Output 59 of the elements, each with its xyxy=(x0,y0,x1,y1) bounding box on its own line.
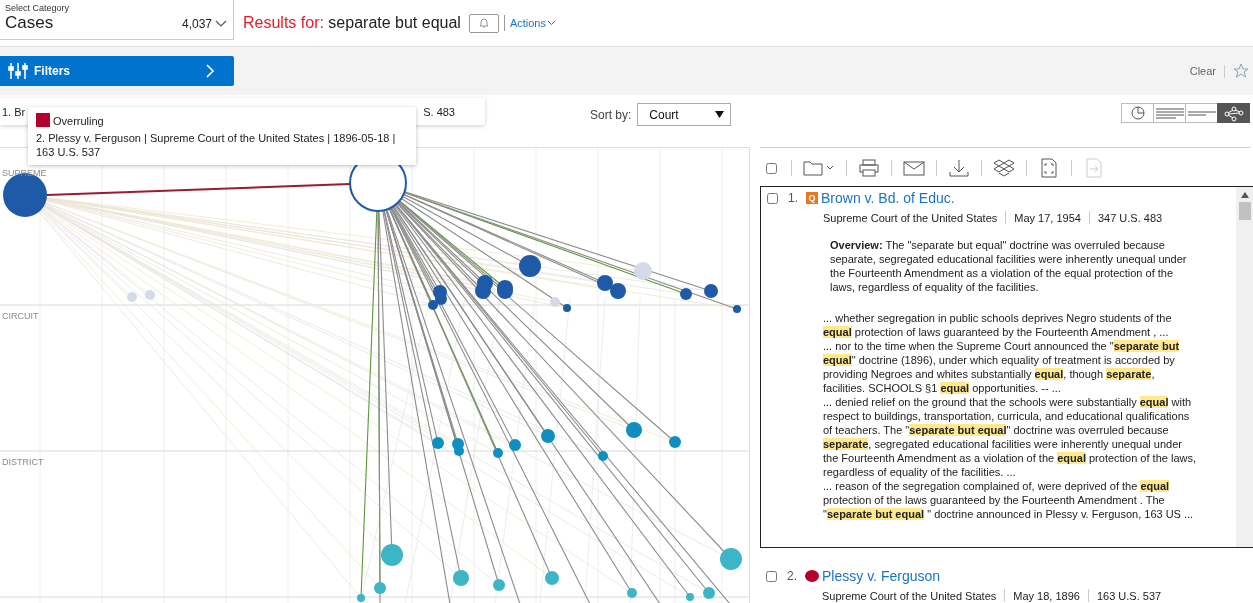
result-number: 1. xyxy=(788,191,798,205)
case-title-link[interactable]: Brown v. Bd. of Educ. xyxy=(821,190,955,206)
case-citation: 347 U.S. 483 xyxy=(1097,211,1163,224)
category-value: Cases xyxy=(5,13,55,33)
search-snippet: ... denied relief on the ground that the schools were substantially equal with respect to buildings, transportation, curricula, and educational qualifications of teachers. The "separate but equal" doctrine was overruled because separate, segregated educational facilities were inherently unequal under the Fourteenth Amendment as a violation of the equal protection of the laws, regardless of equality of the facilities. ... xyxy=(823,395,1196,479)
view-toggle[interactable] xyxy=(1121,103,1154,123)
sort-select[interactable]: Court xyxy=(637,103,732,126)
overview-text: Overview: The "separate but equal" doctrine was overruled because separate, segregated educational facilities were inherently unequal under the Fourteenth Amendment as a violation of the equal protection of the laws, regardless of equality of the facilities. xyxy=(830,238,1188,294)
treatment-signal-icon: Q xyxy=(806,192,818,204)
court-level-label: SUPREME xyxy=(2,168,47,178)
case-title-link[interactable]: Plessy v. Ferguson xyxy=(822,568,941,584)
decision-date: May 18, 1896 xyxy=(1013,589,1080,602)
category-label: Select Category xyxy=(5,3,71,13)
sort-label: Sort by: xyxy=(590,107,632,122)
search-snippet: ... nor to the time when the Supreme Court announced the "separate but equal" doctrine (1896), under which equality of treatment is accorded by providing Negroes and whites substantially equal, though separate, facilities. SCHOOLS §1 equal opportunities. -- ... xyxy=(823,339,1181,395)
network-icon xyxy=(1221,104,1246,122)
pie-chart-icon xyxy=(1128,104,1147,122)
star-icon[interactable] xyxy=(1233,63,1249,79)
scrollbar[interactable] xyxy=(1236,187,1253,547)
tooltip-label: Overruling xyxy=(53,115,104,127)
court-level-label: DISTRICT xyxy=(2,457,44,467)
case-citation: S. 483 xyxy=(423,105,455,118)
search-snippet: ... reason of the segregation complained of, were deprived of the equal protection of the laws guaranteed by the Fourteenth Amendment . The "separate but equal " doctrine announced in Plessy v. Ferguson, 163 US ... xyxy=(823,479,1195,521)
court-name: Supreme Court of the United States xyxy=(822,589,997,602)
select-all-checkbox[interactable] xyxy=(766,162,777,174)
chevron-down-icon xyxy=(215,20,227,28)
clear-link[interactable]: Clear xyxy=(1189,65,1216,77)
sliders-icon xyxy=(8,62,28,80)
view-toggle[interactable] xyxy=(1185,103,1218,123)
dropbox-icon[interactable] xyxy=(992,157,1016,179)
results-label: Results for: xyxy=(243,14,325,31)
court-level-label: CIRCUIT xyxy=(2,311,39,321)
chevron-down-icon xyxy=(547,20,556,26)
decision-date: May 17, 1954 xyxy=(1014,211,1081,224)
print-icon[interactable] xyxy=(857,157,881,179)
caret-down-icon xyxy=(715,111,725,118)
alert-button[interactable] xyxy=(468,13,499,33)
view-toggle[interactable] xyxy=(1217,103,1250,123)
result-count: 4,037 xyxy=(181,17,212,31)
result-checkbox[interactable] xyxy=(766,570,777,582)
result-checkbox[interactable] xyxy=(767,192,778,204)
chevron-right-icon xyxy=(206,64,214,78)
arrow-up-icon[interactable] xyxy=(1240,192,1249,198)
download-icon[interactable] xyxy=(947,157,971,179)
search-snippet: ... whether segregation in public schools deprives Negro students of the equal protection of laws guaranteed by the Fourteenth Amendment , ... xyxy=(823,311,1173,339)
search-query: separate but equal xyxy=(328,14,461,31)
court-name: Supreme Court of the United States xyxy=(823,211,998,224)
view-toggle[interactable] xyxy=(1153,103,1186,123)
result-number: 2. xyxy=(787,569,797,583)
case-citation: 163 U.S. 537 xyxy=(1096,589,1162,602)
actions-menu[interactable]: Actions xyxy=(509,17,556,29)
lines-icon xyxy=(1186,110,1217,116)
case-label: 1. Br xyxy=(2,105,26,118)
category-select[interactable]: Select Category Cases 4,037 xyxy=(0,0,234,40)
filters-button[interactable]: Filters xyxy=(0,56,234,86)
bell-icon xyxy=(478,17,489,29)
tooltip-text: 2. Plessy v. Ferguson | Supreme Court of the United States | 1896-05-18 | 163 U.S. 537 xyxy=(36,131,397,159)
scrollbar-thumb[interactable] xyxy=(1238,202,1251,220)
list-icon xyxy=(1154,107,1185,119)
